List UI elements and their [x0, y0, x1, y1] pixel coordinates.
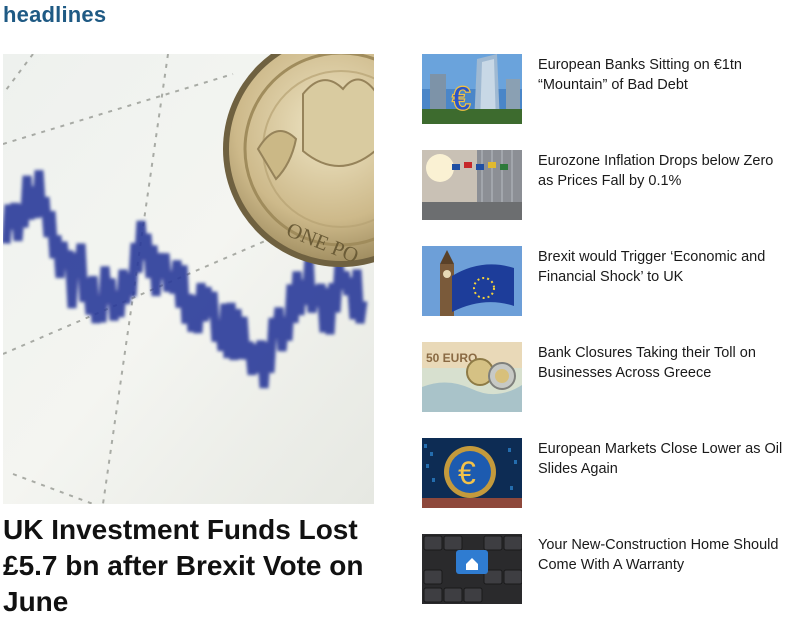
headline-item[interactable]: Brexit would Trigger ‘Economic and Finan… — [422, 246, 789, 342]
thumbnail-eu-flags[interactable] — [422, 150, 522, 220]
headline-title[interactable]: European Banks Sitting on €1tn “Mountain… — [538, 55, 788, 95]
headline-item[interactable]: 50 EURO Bank Closures Taking their Toll … — [422, 342, 789, 438]
thumbnail-brexit[interactable] — [422, 246, 522, 316]
thumbnail-greece[interactable]: 50 EURO — [422, 342, 522, 412]
svg-text:€: € — [452, 80, 471, 118]
headline-item[interactable]: € European Markets Close Lower as Oil Sl… — [422, 438, 789, 534]
headline-list: € European Banks Sitting on €1tn “Mounta… — [422, 54, 789, 630]
feature-headline[interactable]: UK Investment Funds Lost £5.7 bn after B… — [3, 512, 383, 620]
euro-symbol: € — [458, 455, 476, 491]
headline-item[interactable]: Eurozone Inflation Drops below Zero as P… — [422, 150, 789, 246]
headline-title[interactable]: Bank Closures Taking their Toll on Busin… — [538, 343, 788, 383]
headline-title[interactable]: Brexit would Trigger ‘Economic and Finan… — [538, 247, 788, 287]
thumbnail-warranty[interactable] — [422, 534, 522, 604]
headline-item[interactable]: € European Banks Sitting on €1tn “Mounta… — [422, 54, 789, 150]
section-title: headlines — [3, 2, 107, 27]
headline-title[interactable]: Your New-Construction Home Should Come W… — [538, 535, 788, 575]
headline-title[interactable]: Eurozone Inflation Drops below Zero as P… — [538, 151, 788, 191]
headline-item[interactable]: Your New-Construction Home Should Come W… — [422, 534, 789, 630]
thumbnail-markets[interactable]: € — [422, 438, 522, 508]
thumbnail-euro-banks[interactable]: € — [422, 54, 522, 124]
headline-title[interactable]: European Markets Close Lower as Oil Slid… — [538, 439, 788, 479]
feature-image[interactable]: ONE PO — [3, 54, 374, 504]
